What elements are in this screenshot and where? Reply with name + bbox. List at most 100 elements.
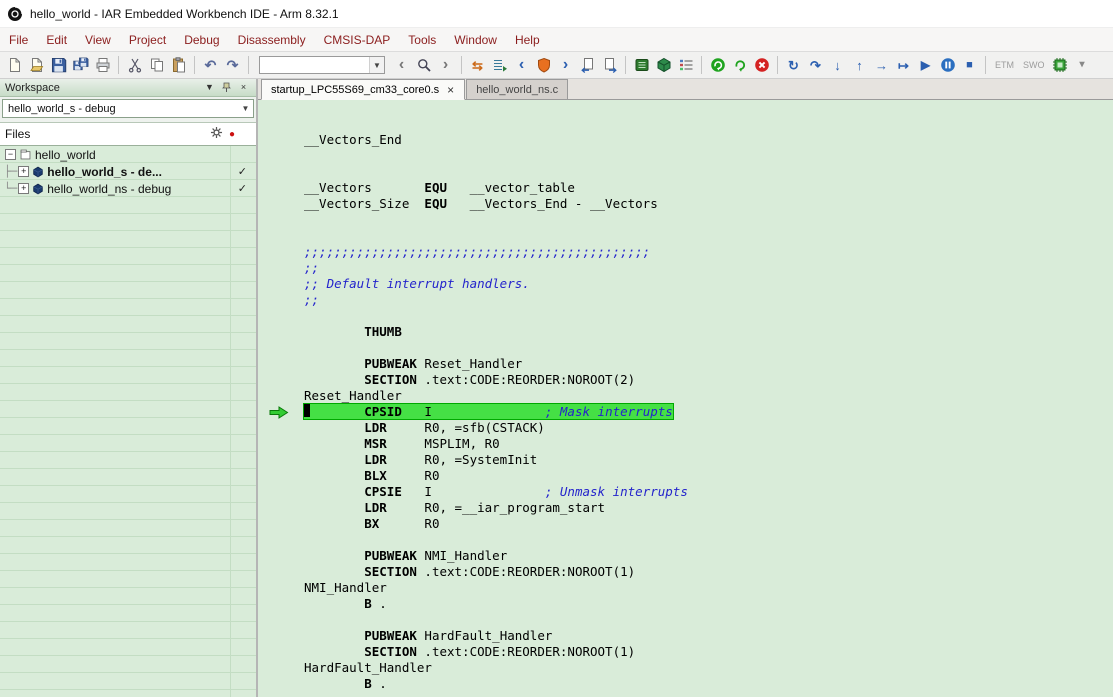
code-line[interactable]: LDR R0, =SystemInit xyxy=(258,452,1113,468)
stop-debug-icon[interactable] xyxy=(751,55,772,76)
menu-item-disassembly[interactable]: Disassembly xyxy=(229,30,315,50)
breakpoint-dot-icon[interactable]: ● xyxy=(229,129,235,140)
code-line[interactable] xyxy=(258,692,1113,697)
chevron-down-icon[interactable]: ▼ xyxy=(238,100,253,117)
build-icon[interactable] xyxy=(653,55,674,76)
code-line[interactable] xyxy=(258,212,1113,228)
paste-icon[interactable] xyxy=(168,55,189,76)
step-into-icon[interactable]: ↓ xyxy=(827,55,848,76)
print-icon[interactable] xyxy=(92,55,113,76)
editor-code[interactable]: __Vectors_End __Vectors EQU __vector_tab… xyxy=(258,100,1113,697)
code-line[interactable]: B . xyxy=(258,596,1113,612)
code-line[interactable] xyxy=(258,164,1113,180)
expand-icon[interactable]: + xyxy=(18,183,29,194)
code-line[interactable]: HardFault_Handler xyxy=(258,660,1113,676)
code-line[interactable] xyxy=(258,148,1113,164)
menu-item-project[interactable]: Project xyxy=(120,30,175,50)
menu-item-edit[interactable]: Edit xyxy=(37,30,76,50)
run-to-cursor-icon[interactable]: ↦ xyxy=(893,55,914,76)
reset-icon[interactable] xyxy=(707,55,728,76)
menu-item-cmsis-dap[interactable]: CMSIS-DAP xyxy=(315,30,400,50)
tree-item-hello-world[interactable]: −hello_world xyxy=(0,146,256,163)
expand-icon[interactable]: + xyxy=(18,166,29,177)
close-icon[interactable]: × xyxy=(236,80,251,95)
code-line[interactable]: ;; Default interrupt handlers. xyxy=(258,276,1113,292)
tree-item-hello-world-ns-debug[interactable]: └─+hello_world_ns - debug✓ xyxy=(0,180,256,197)
menu-item-file[interactable]: File xyxy=(0,30,37,50)
debug-reset-icon[interactable]: ↻ xyxy=(783,55,804,76)
code-line[interactable]: __Vectors_End xyxy=(258,132,1113,148)
search-icon[interactable] xyxy=(413,55,434,76)
break-icon[interactable] xyxy=(937,55,958,76)
code-line[interactable]: ;; xyxy=(258,260,1113,276)
previous-document-icon[interactable] xyxy=(577,55,598,76)
open-document-icon[interactable] xyxy=(26,55,47,76)
code-line[interactable]: NMI_Handler xyxy=(258,580,1113,596)
code-line[interactable] xyxy=(258,228,1113,244)
menu-item-debug[interactable]: Debug xyxy=(175,30,228,50)
code-line[interactable]: SECTION .text:CODE:REORDER:NOROOT(2) xyxy=(258,372,1113,388)
workspace-config-select[interactable]: hello_world_s - debug ▼ xyxy=(2,99,254,118)
terminal-io-icon[interactable] xyxy=(1050,55,1071,76)
code-line[interactable]: Reset_Handler xyxy=(258,388,1113,404)
menu-item-window[interactable]: Window xyxy=(445,30,506,50)
menu-item-help[interactable]: Help xyxy=(506,30,549,50)
code-line[interactable] xyxy=(258,612,1113,628)
cut-icon[interactable] xyxy=(124,55,145,76)
step-over-icon[interactable]: ↷ xyxy=(805,55,826,76)
close-icon[interactable]: × xyxy=(446,83,455,97)
code-line[interactable]: ;; xyxy=(258,292,1113,308)
overflow-chevron-icon[interactable]: ▾ xyxy=(1072,55,1093,76)
chevron-down-icon[interactable]: ▼ xyxy=(369,57,384,73)
go-icon[interactable]: ▶ xyxy=(915,55,936,76)
menu-item-view[interactable]: View xyxy=(76,30,120,50)
code-line[interactable]: LDR R0, =sfb(CSTACK) xyxy=(258,420,1113,436)
code-line[interactable]: BLX R0 xyxy=(258,468,1113,484)
code-line[interactable]: PUBWEAK Reset_Handler xyxy=(258,356,1113,372)
go-to-definition-icon[interactable]: ⇆ xyxy=(467,55,488,76)
save-icon[interactable] xyxy=(48,55,69,76)
code-line[interactable] xyxy=(258,340,1113,356)
code-line[interactable]: ;;;;;;;;;;;;;;;;;;;;;;;;;;;;;;;;;;;;;;;;… xyxy=(258,244,1113,260)
copy-icon[interactable] xyxy=(146,55,167,76)
code-line[interactable]: THUMB xyxy=(258,324,1113,340)
nav-back-icon[interactable]: ‹ xyxy=(391,55,412,76)
save-all-icon[interactable] xyxy=(70,55,91,76)
workspace-tree[interactable]: −hello_world├─+hello_world_s - de...✓└─+… xyxy=(0,146,256,697)
code-line[interactable]: __Vectors_Size EQU __Vectors_End - __Vec… xyxy=(258,196,1113,212)
code-line[interactable]: BX R0 xyxy=(258,516,1113,532)
code-line[interactable]: PUBWEAK HardFault_Handler xyxy=(258,628,1113,644)
make-icon[interactable] xyxy=(631,55,652,76)
tab-hello-world-ns-c[interactable]: hello_world_ns.c xyxy=(466,79,568,99)
gear-icon[interactable] xyxy=(210,126,223,142)
undo-icon[interactable]: ↶ xyxy=(200,55,221,76)
code-line[interactable] xyxy=(258,308,1113,324)
code-line[interactable] xyxy=(258,532,1113,548)
step-out-icon[interactable]: ↑ xyxy=(849,55,870,76)
batch-build-icon[interactable] xyxy=(675,55,696,76)
toggle-breakpoint-icon[interactable] xyxy=(533,55,554,76)
code-line[interactable]: PUBWEAK NMI_Handler xyxy=(258,548,1113,564)
redo-icon[interactable]: ↷ xyxy=(222,55,243,76)
code-line[interactable]: LDR R0, =__iar_program_start xyxy=(258,500,1113,516)
code-line[interactable]: B . xyxy=(258,676,1113,692)
nav-forward-icon[interactable]: › xyxy=(435,55,456,76)
workspace-panel-header[interactable]: Workspace ▼ × xyxy=(0,79,256,97)
next-document-icon[interactable] xyxy=(599,55,620,76)
code-line[interactable]: CPSID I ; Mask interrupts xyxy=(258,404,1113,420)
previous-bookmark-icon[interactable]: ‹ xyxy=(511,55,532,76)
menu-item-tools[interactable]: Tools xyxy=(399,30,445,50)
find-combobox[interactable]: ▼ xyxy=(259,56,385,74)
next-bookmark-icon[interactable]: › xyxy=(555,55,576,76)
toolbar-label-etm[interactable]: ETM xyxy=(991,60,1018,70)
chevron-down-icon[interactable]: ▼ xyxy=(202,80,217,95)
collapse-icon[interactable]: − xyxy=(5,149,16,160)
code-line[interactable] xyxy=(258,116,1113,132)
refresh-icon[interactable] xyxy=(729,55,750,76)
code-line[interactable]: SECTION .text:CODE:REORDER:NOROOT(1) xyxy=(258,564,1113,580)
code-line[interactable]: MSR MSPLIM, R0 xyxy=(258,436,1113,452)
stop-icon[interactable]: ■ xyxy=(959,55,980,76)
new-document-icon[interactable] xyxy=(4,55,25,76)
code-line[interactable] xyxy=(258,100,1113,116)
toolbar-label-swo[interactable]: SWO xyxy=(1019,60,1049,70)
